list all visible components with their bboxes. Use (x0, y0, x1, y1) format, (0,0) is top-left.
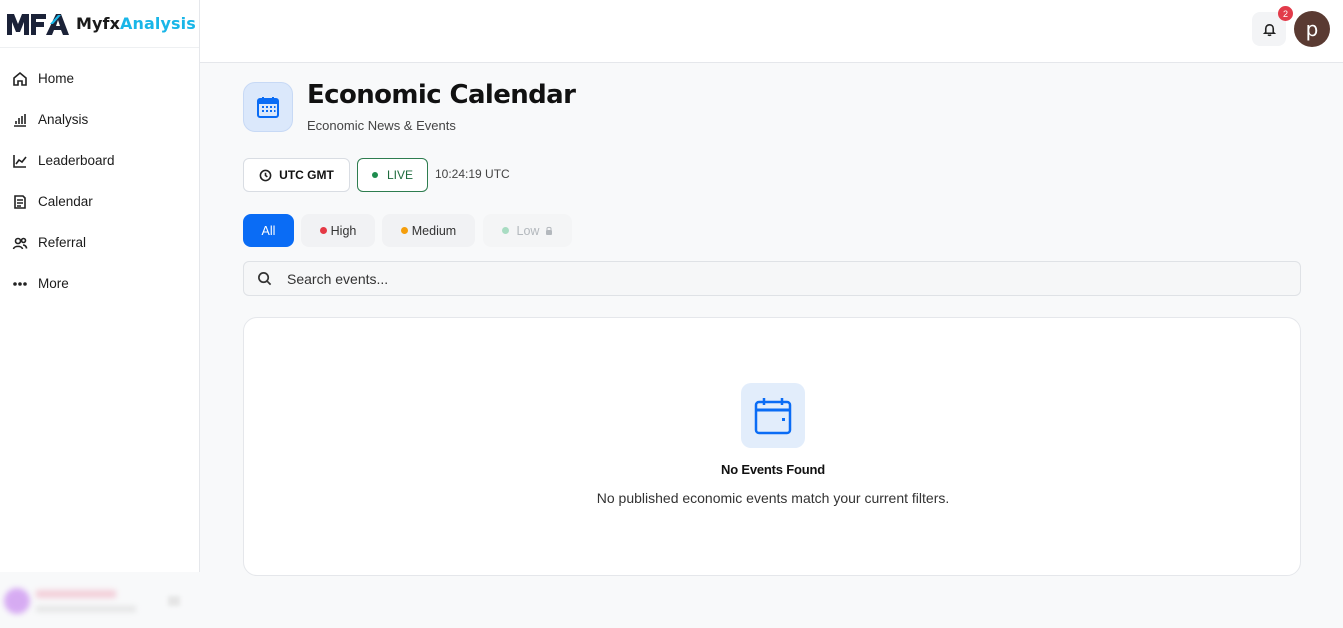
calendar-icon (754, 397, 792, 434)
low-impact-dot-icon (501, 227, 509, 234)
search-input[interactable] (287, 270, 1187, 287)
sidebar-item-analysis[interactable]: Analysis (0, 99, 199, 140)
filter-all[interactable]: All (243, 214, 294, 247)
page-title: Economic Calendar (307, 80, 576, 110)
notification-count-badge: 2 (1278, 6, 1293, 21)
users-icon (12, 237, 28, 249)
user-name-blurred (36, 590, 116, 598)
more-dots-icon (13, 281, 27, 286)
search-icon (258, 272, 272, 286)
brand-name-part2: Analysis (120, 14, 196, 33)
live-label: LIVE (386, 168, 413, 182)
brand-name-part1: Myfx (76, 14, 121, 33)
bar-chart-icon (14, 113, 26, 127)
sidebar-item-label: Calendar (38, 194, 93, 209)
sidebar-item-more[interactable]: More (0, 263, 199, 304)
sidebar: MyfxAnalysis Home Analysis Leaderboard C… (0, 0, 200, 572)
filter-label: Low (516, 223, 540, 238)
calendar-list-icon (14, 194, 26, 209)
sidebar-nav: Home Analysis Leaderboard Calendar Refer… (0, 48, 199, 304)
clock-icon (259, 169, 272, 181)
current-time: 10:24:19 UTC (435, 167, 510, 181)
top-header: 2 p (200, 0, 1343, 63)
empty-state-title: No Events Found (721, 462, 825, 477)
live-toggle[interactable]: LIVE (357, 158, 428, 192)
filter-label: All (261, 223, 276, 238)
sidebar-item-home[interactable]: Home (0, 58, 199, 99)
filter-label: Medium (411, 223, 457, 238)
filter-low[interactable]: Low (483, 214, 572, 247)
brand-name: MyfxAnalysis (76, 14, 196, 33)
sidebar-user-card[interactable] (0, 578, 200, 628)
brand-logo[interactable]: MyfxAnalysis (0, 0, 199, 48)
calendar-grid-icon (257, 97, 279, 118)
sidebar-item-referral[interactable]: Referral (0, 222, 199, 263)
trend-line-icon (13, 154, 27, 168)
search-bar (243, 261, 1301, 296)
live-dot-icon (371, 172, 378, 178)
sidebar-item-leaderboard[interactable]: Leaderboard (0, 140, 199, 181)
chevron-icon (168, 596, 180, 606)
mfa-logo-icon (7, 13, 69, 35)
sidebar-item-label: Referral (38, 235, 87, 250)
medium-impact-dot-icon (400, 227, 408, 234)
avatar[interactable]: p (1294, 11, 1330, 47)
high-impact-dot-icon (319, 227, 327, 234)
sidebar-item-label: Leaderboard (38, 153, 115, 168)
lock-icon (546, 226, 553, 235)
bell-icon (1262, 23, 1276, 36)
filter-high[interactable]: High (301, 214, 375, 247)
timezone-label: UTC GMT (279, 168, 334, 182)
sidebar-item-calendar[interactable]: Calendar (0, 181, 199, 222)
sidebar-item-label: Home (38, 71, 75, 86)
filter-label: High (330, 223, 357, 238)
sidebar-item-label: More (38, 276, 69, 291)
sidebar-item-label: Analysis (38, 112, 89, 127)
calendar-icon (243, 82, 293, 132)
filter-medium[interactable]: Medium (382, 214, 475, 247)
events-panel: No Events Found No published economic ev… (243, 317, 1301, 576)
user-meta-blurred (36, 606, 136, 612)
empty-state-message: No published economic events match your … (596, 490, 950, 506)
user-avatar-blurred (4, 588, 30, 614)
empty-calendar-icon (741, 383, 805, 448)
timezone-button[interactable]: UTC GMT (243, 158, 350, 192)
page-subtitle: Economic News & Events (307, 118, 456, 133)
home-icon (13, 71, 27, 86)
